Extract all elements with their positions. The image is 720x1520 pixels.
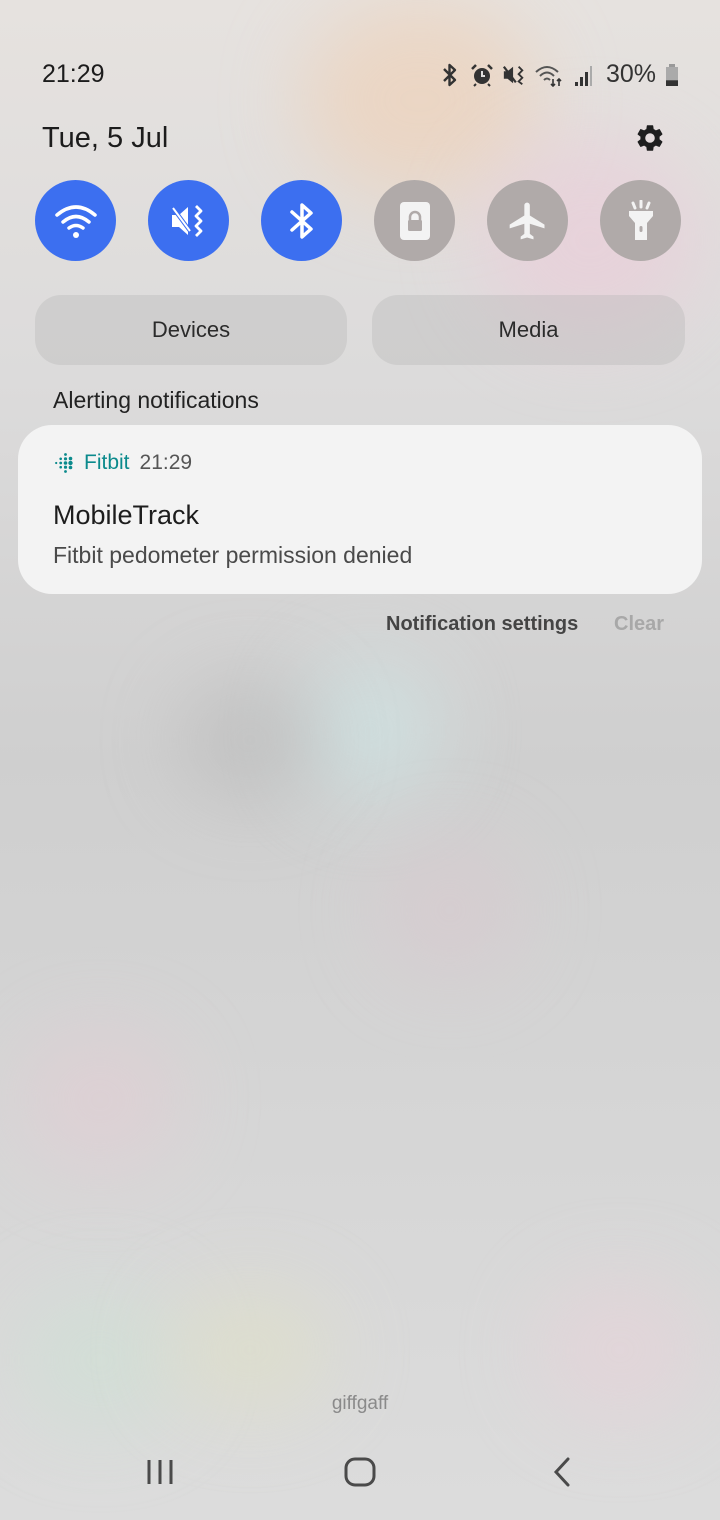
status-bar: 21:29 30% [0, 0, 720, 110]
vibrate-mute-icon [502, 62, 526, 88]
screen-lock-toggle[interactable] [374, 180, 455, 261]
status-clock: 21:29 [42, 60, 105, 88]
airplane-toggle[interactable] [487, 180, 568, 261]
signal-icon [572, 62, 596, 88]
flashlight-toggle[interactable] [600, 180, 681, 261]
alarm-icon [470, 62, 494, 88]
battery-icon [664, 62, 680, 88]
wifi-data-icon [534, 62, 564, 88]
quick-settings-row [35, 180, 685, 262]
gear-icon [637, 125, 663, 151]
back-icon [553, 1457, 570, 1487]
notification-title: MobileTrack [53, 500, 200, 530]
back-button[interactable] [537, 1452, 587, 1492]
bluetooth-icon [438, 62, 462, 88]
notification-settings-button[interactable]: Notification settings [386, 613, 578, 636]
flashlight-icon [628, 199, 653, 240]
navigation-bar [0, 1430, 720, 1520]
settings-button[interactable] [632, 120, 668, 156]
mute-toggle[interactable] [148, 180, 229, 261]
wifi-toggle[interactable] [35, 180, 116, 261]
notification-app-name: Fitbit [84, 451, 130, 474]
notification-body: Fitbit pedometer permission denied [53, 542, 413, 568]
recent-apps-icon [147, 1460, 173, 1484]
carrier-label: giffgaff [331, 1393, 389, 1414]
media-button[interactable]: Media [372, 295, 685, 365]
recent-apps-button[interactable] [135, 1452, 185, 1492]
home-icon [344, 1457, 376, 1487]
status-icons: 30% [438, 60, 680, 89]
notification-header: Fitbit 21:29 [52, 451, 192, 475]
bluetooth-icon [289, 202, 313, 239]
devices-button[interactable]: Devices [35, 295, 347, 365]
clear-button[interactable]: Clear [614, 613, 664, 636]
notification-card[interactable]: Fitbit 21:29 MobileTrack Fitbit pedomete… [18, 425, 702, 594]
section-label: Alerting notifications [53, 387, 259, 413]
airplane-icon [509, 202, 544, 239]
wifi-icon [54, 204, 97, 238]
fitbit-logo-icon [55, 453, 73, 473]
lock-icon [399, 201, 430, 240]
notification-time: 21:29 [139, 451, 193, 474]
date-label: Tue, 5 Jul [42, 122, 169, 154]
bluetooth-toggle[interactable] [261, 180, 342, 261]
mute-vibrate-icon [170, 204, 202, 237]
battery-percent: 30% [605, 60, 656, 88]
home-button[interactable] [335, 1452, 385, 1492]
